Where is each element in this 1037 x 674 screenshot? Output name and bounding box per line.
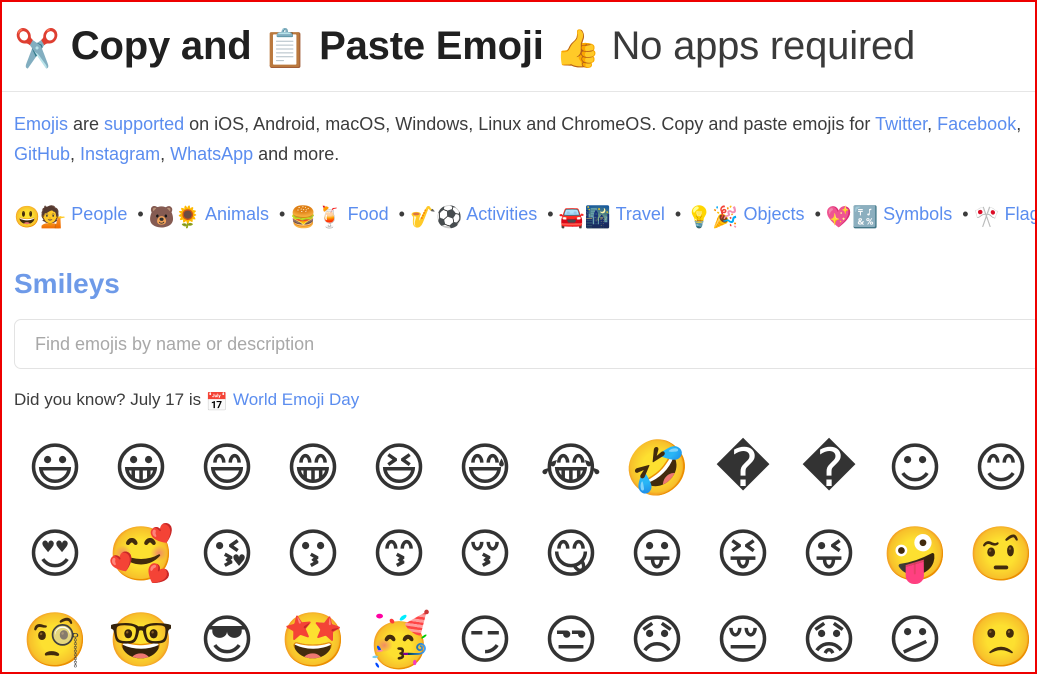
- browser-viewport: ✂️ Copy and 📋 Paste Emoji 👍 No apps requ…: [2, 2, 1035, 672]
- link-world-emoji-day[interactable]: World Emoji Day: [233, 390, 359, 409]
- category-icon-travel: 🚘🌃: [558, 206, 611, 230]
- emoji-cell[interactable]: 😒: [528, 597, 614, 672]
- scissors-icon: ✂️: [14, 28, 60, 69]
- emoji-day-fact: Did you know? July 17 is 📅 World Emoji D…: [14, 387, 1025, 415]
- category-link-animals[interactable]: Animals: [201, 204, 274, 224]
- category-link-people[interactable]: People: [66, 204, 132, 224]
- category-link-food[interactable]: Food: [343, 204, 394, 224]
- category-icon-activities: 🎷⚽: [409, 206, 463, 230]
- emoji-cell[interactable]: 😎: [184, 597, 270, 672]
- emoji-cell[interactable]: 😗: [270, 511, 356, 597]
- emoji-cell[interactable]: 😋: [528, 511, 614, 597]
- emoji-cell[interactable]: 😝: [700, 511, 786, 597]
- emoji-cell[interactable]: �: [700, 425, 786, 511]
- emoji-cell[interactable]: 😊: [958, 425, 1035, 511]
- link-whatsapp[interactable]: WhatsApp: [170, 144, 253, 164]
- search-input[interactable]: [14, 319, 1035, 370]
- fact-text: Did you know? July 17 is: [14, 390, 206, 410]
- category-link-activities[interactable]: Activities: [462, 204, 542, 224]
- emoji-cell[interactable]: 😕: [872, 597, 958, 672]
- emoji-cell[interactable]: 😚: [442, 511, 528, 597]
- category-link-travel[interactable]: Travel: [611, 204, 670, 224]
- emoji-cell[interactable]: 🤓: [98, 597, 184, 672]
- clipboard-icon: 📋: [262, 28, 309, 69]
- link-facebook[interactable]: Facebook: [937, 114, 1016, 134]
- emoji-cell[interactable]: 🙁: [958, 597, 1035, 672]
- emoji-cell[interactable]: 😃: [12, 425, 98, 511]
- emoji-cell[interactable]: 🥳: [356, 597, 442, 672]
- emoji-cell[interactable]: 🤣: [614, 425, 700, 511]
- category-icon-food: 🍔🍹: [290, 206, 343, 230]
- emoji-cell[interactable]: 😍: [12, 511, 98, 597]
- intro-text-7: and more.: [253, 144, 340, 165]
- intro-text-2: on iOS, Android, macOS, Windows, Linux a…: [184, 114, 876, 135]
- category-separator: •: [674, 204, 682, 225]
- intro-paragraph: Emojis are supported on iOS, Android, ma…: [14, 109, 1035, 169]
- intro-text-5: ,: [70, 144, 81, 165]
- header-divider: [2, 91, 1035, 93]
- category-link-symbols[interactable]: Symbols: [878, 204, 957, 224]
- emoji-cell[interactable]: 😜: [786, 511, 872, 597]
- emoji-cell[interactable]: 🧐: [12, 597, 98, 672]
- link-twitter[interactable]: Twitter: [875, 114, 927, 134]
- link-github[interactable]: GitHub: [14, 144, 70, 164]
- emoji-cell[interactable]: 🤪: [872, 511, 958, 597]
- thumbs-up-icon: 👍: [554, 28, 601, 69]
- link-emojis[interactable]: Emojis: [14, 114, 68, 134]
- category-icon-flags: 🎌: [973, 206, 1000, 230]
- emoji-cell[interactable]: 😙: [356, 511, 442, 597]
- emoji-cell[interactable]: 😛: [614, 511, 700, 597]
- category-icon-objects: 💡🎉: [686, 206, 739, 230]
- emoji-cell[interactable]: 🥰: [98, 511, 184, 597]
- category-separator: •: [814, 204, 821, 225]
- link-instagram[interactable]: Instagram: [80, 144, 160, 164]
- emoji-cell[interactable]: 😁: [270, 425, 356, 511]
- page-title: ✂️ Copy and 📋 Paste Emoji 👍 No apps requ…: [14, 24, 1025, 69]
- emoji-cell[interactable]: 😞: [614, 597, 700, 672]
- intro-text-4: ,: [1016, 114, 1027, 135]
- page-content: ✂️ Copy and 📋 Paste Emoji 👍 No apps requ…: [2, 24, 1035, 672]
- emoji-cell[interactable]: 😘: [184, 511, 270, 597]
- category-icon-people: 😃💁: [14, 206, 67, 230]
- intro-text-6: ,: [160, 144, 171, 165]
- category-separator: •: [279, 204, 286, 225]
- emoji-cell[interactable]: 😔: [700, 597, 786, 672]
- emoji-cell[interactable]: ☺: [872, 425, 958, 511]
- category-icon-symbols: 💖🔣: [825, 206, 879, 230]
- category-icon-animals: 🐻🌻: [148, 206, 201, 230]
- intro-text-1: are: [68, 114, 105, 135]
- category-separator: •: [137, 204, 144, 225]
- emoji-cell[interactable]: �: [786, 425, 872, 511]
- emoji-cell[interactable]: 😏: [442, 597, 528, 672]
- page-tagline: No apps required: [611, 24, 916, 68]
- category-link-flags[interactable]: Flags: [1000, 204, 1035, 224]
- emoji-cell[interactable]: 😂: [528, 425, 614, 511]
- category-separator: •: [398, 204, 405, 225]
- category-link-objects[interactable]: Objects: [739, 204, 810, 224]
- emoji-cell[interactable]: 😄: [184, 425, 270, 511]
- emoji-cell[interactable]: 😟: [786, 597, 872, 672]
- emoji-cell[interactable]: 😆: [356, 425, 442, 511]
- link-supported[interactable]: supported: [104, 114, 184, 134]
- page-title-part2: Paste Emoji: [319, 24, 544, 68]
- calendar-icon: 📅: [205, 392, 229, 413]
- emoji-cell[interactable]: 🤩: [270, 597, 356, 672]
- page-title-part1: Copy and: [70, 24, 252, 68]
- emoji-cell[interactable]: 😅: [442, 425, 528, 511]
- emoji-grid: 😃 😀 😄 😁 😆 😅 😂 🤣 � � ☺ 😊 😍 🥰 😘 😗 😙 😚 😋 😛 😝 😜 🤪 🤨 🧐 🤓 😎 🤩 🥳 😏 😒 😞 😔 😟 😕 🙁: [12, 425, 1035, 672]
- emoji-cell[interactable]: 🤨: [958, 511, 1035, 597]
- category-separator: •: [547, 204, 554, 225]
- category-nav: 😃💁 People • 🐻🌻 Animals • 🍔🍹 Food • 🎷⚽ Activ…: [14, 197, 1035, 235]
- section-title-smileys: Smileys: [14, 268, 120, 300]
- intro-text-3: ,: [927, 114, 938, 135]
- emoji-cell[interactable]: 😀: [98, 425, 184, 511]
- category-separator: •: [962, 204, 969, 225]
